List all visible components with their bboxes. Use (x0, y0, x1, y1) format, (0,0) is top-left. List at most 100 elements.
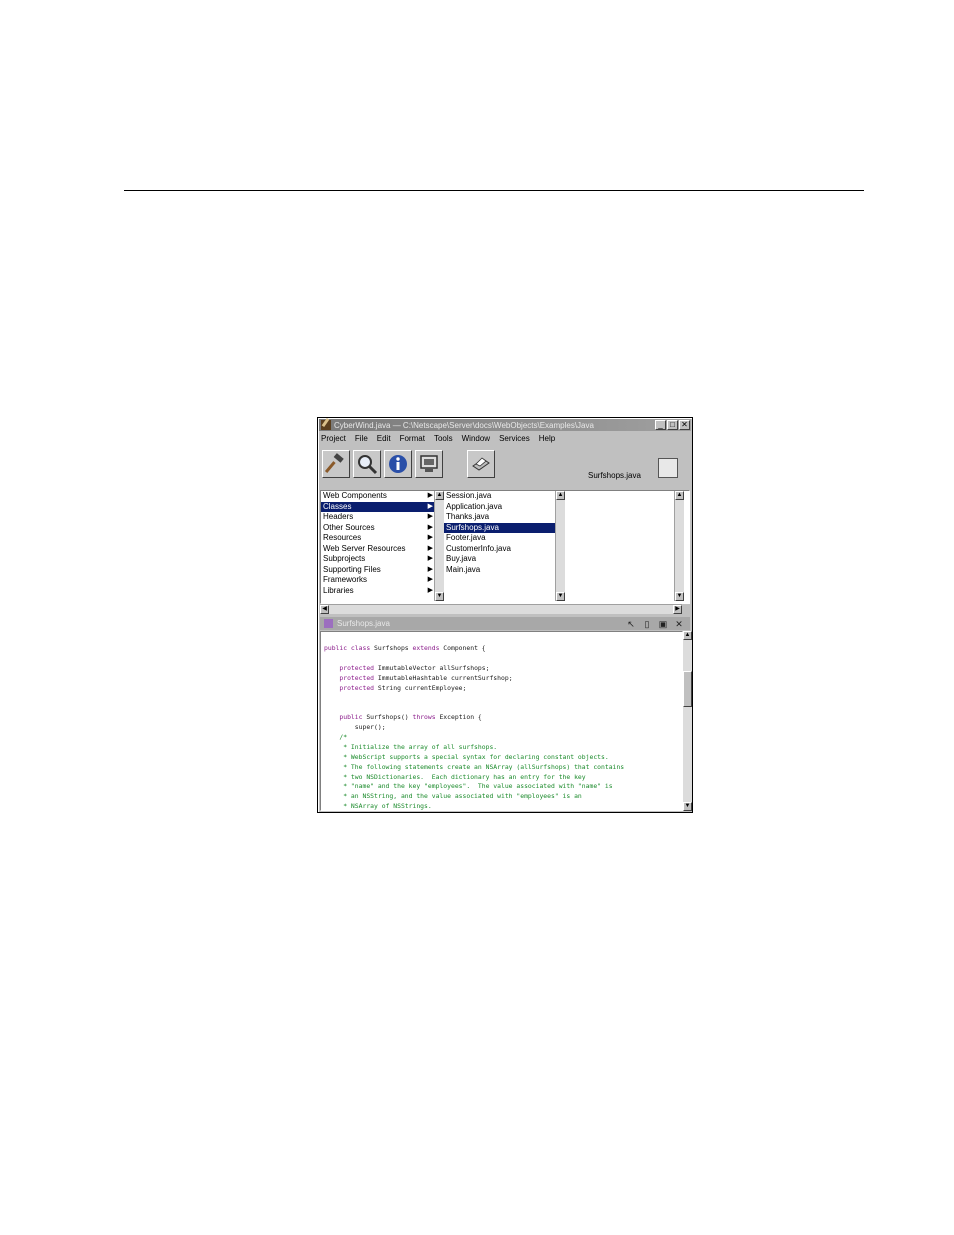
info-icon (389, 455, 407, 473)
category-item-label: Classes (323, 501, 352, 511)
category-item[interactable]: Web Server Resources ▶ (321, 544, 443, 555)
category-item[interactable]: Headers ▶ (321, 512, 443, 523)
scroll-right-button[interactable]: ▶ (673, 605, 682, 614)
browser-column-empty (566, 491, 686, 601)
code-token: * Initialize the array of all surfshops. (324, 742, 498, 751)
project-browser: Web Components ▶ Classes ▶ Headers ▶ Other Sou… (320, 490, 690, 604)
column1-scrollbar[interactable]: ▲ ▼ (434, 491, 444, 601)
editor-scrollbar[interactable]: ▲ ▼ (683, 631, 692, 811)
browser-horizontal-scrollbar[interactable]: ◀ ▶ (320, 604, 682, 614)
file-item-label: Main.java (446, 564, 481, 574)
close-editor-icon[interactable]: ✕ (674, 619, 684, 629)
code-line: * two NSDictionaries. Each dictionary ha… (324, 773, 682, 783)
split-icon[interactable]: ▯ (642, 619, 652, 629)
category-item[interactable]: Resources ▶ (321, 533, 443, 544)
expand-arrow-icon: ▶ (427, 492, 433, 499)
code-token: * an NSString, and the value associated … (324, 792, 582, 801)
toolbar (322, 450, 495, 478)
code-token: extends (412, 644, 440, 652)
scroll-down-button[interactable]: ▼ (683, 802, 692, 811)
file-item[interactable]: Surfshops.java (444, 522, 564, 533)
magnifier-icon (358, 455, 378, 475)
pin-icon[interactable]: ↖ (626, 619, 636, 629)
column3-scrollbar[interactable]: ▲ ▼ (674, 491, 684, 601)
file-item[interactable]: CustomerInfo.java (444, 544, 564, 555)
launch-button[interactable] (415, 450, 443, 478)
category-item[interactable]: Supporting Files ▶ (321, 565, 443, 576)
code-line: protected String currentEmployee; (324, 684, 682, 694)
title-bar[interactable]: CyberWind.java — C:\Netscape\Server\docs… (319, 419, 691, 431)
file-item[interactable]: Session.java (444, 491, 564, 502)
info-button[interactable] (384, 450, 412, 478)
window-icon[interactable]: ▣ (658, 619, 668, 629)
expand-arrow-icon: ▶ (427, 586, 433, 594)
category-item-label: Web Server Resources (323, 543, 406, 553)
code-token: Exception { (435, 713, 482, 722)
close-button[interactable]: ✕ (679, 420, 690, 430)
code-editor[interactable]: public class Surfshops extends Component… (320, 631, 683, 811)
menu-window[interactable]: Window (462, 434, 490, 443)
browser-column-categories: Web Components ▶ Classes ▶ Headers ▶ Other Sou… (321, 491, 443, 601)
scroll-left-button[interactable]: ◀ (320, 605, 329, 614)
menu-services[interactable]: Services (499, 434, 530, 443)
code-token: public (339, 713, 363, 722)
code-line: public class Surfshops extends Component… (324, 644, 682, 654)
file-item-label: Thanks.java (446, 512, 490, 521)
scroll-up-button[interactable]: ▲ (683, 631, 692, 640)
menu-help[interactable]: Help (539, 434, 555, 443)
find-button[interactable] (353, 450, 381, 478)
scroll-down-button[interactable]: ▼ (675, 592, 684, 601)
file-item[interactable]: Buy.java (444, 554, 564, 565)
category-item-label: Frameworks (323, 575, 368, 584)
category-item[interactable]: Other Sources ▶ (321, 523, 443, 534)
scroll-up-button[interactable]: ▲ (435, 491, 444, 500)
code-line: protected ImmutableVector allSurfshops; (324, 664, 682, 674)
scroll-up-button[interactable]: ▲ (675, 491, 684, 500)
category-item-label: Resources (323, 533, 362, 542)
category-item[interactable]: Libraries ▶ (321, 586, 443, 597)
menu-tools[interactable]: Tools (434, 434, 453, 443)
category-item[interactable]: Subprojects ▶ (321, 554, 443, 565)
menu-format[interactable]: Format (400, 434, 425, 443)
column2-scrollbar[interactable]: ▲ ▼ (555, 491, 565, 601)
menu-project[interactable]: Project (321, 434, 346, 443)
category-item[interactable]: Web Components ▶ (321, 491, 443, 502)
document-icon (324, 619, 333, 628)
current-file-label: Surfshops.java (588, 471, 641, 480)
expand-arrow-icon: ▶ (427, 502, 433, 510)
code-line: * Initialize the array of all surfshops. (324, 743, 682, 753)
scroll-up-button[interactable]: ▲ (556, 491, 565, 500)
code-line: * The following statements create an NSA… (324, 763, 682, 773)
code-token: throws (412, 713, 436, 722)
code-line: * NSArray of NSStrings. (324, 802, 682, 811)
expand-arrow-icon: ▶ (427, 513, 433, 520)
maximize-button[interactable]: □ (667, 420, 678, 430)
print-button[interactable] (467, 450, 495, 478)
menu-bar: Project File Edit Format Tools Window Se… (321, 432, 555, 445)
code-token: * "name" and the key "employees". The va… (324, 782, 613, 791)
file-item[interactable]: Thanks.java (444, 512, 564, 523)
scroll-down-button[interactable]: ▼ (435, 592, 444, 601)
code-line: super(); (324, 723, 682, 733)
category-item[interactable]: Classes ▶ (321, 501, 443, 512)
code-token: * NSArray of NSStrings. (324, 802, 432, 811)
code-token: Surfshops (370, 644, 413, 652)
build-button[interactable] (322, 450, 350, 478)
scroll-thumb[interactable] (683, 671, 692, 707)
minimize-button[interactable]: _ (655, 420, 666, 430)
file-item[interactable]: Footer.java (444, 533, 564, 544)
scroll-down-button[interactable]: ▼ (556, 592, 565, 601)
menu-edit[interactable]: Edit (377, 434, 391, 443)
menu-file[interactable]: File (355, 434, 368, 443)
code-token: ImmutableVector allSurfshops; (374, 663, 490, 672)
code-token: Component { (439, 644, 486, 652)
file-item[interactable]: Application.java (444, 502, 564, 513)
file-item[interactable]: Main.java (444, 565, 564, 576)
code-line: public Surfshops() throws Exception { (324, 713, 682, 723)
category-item[interactable]: Frameworks ▶ (321, 575, 443, 586)
code-line: * an NSString, and the value associated … (324, 792, 682, 802)
code-token: protected (339, 673, 375, 682)
file-item-label: CustomerInfo.java (446, 543, 511, 553)
